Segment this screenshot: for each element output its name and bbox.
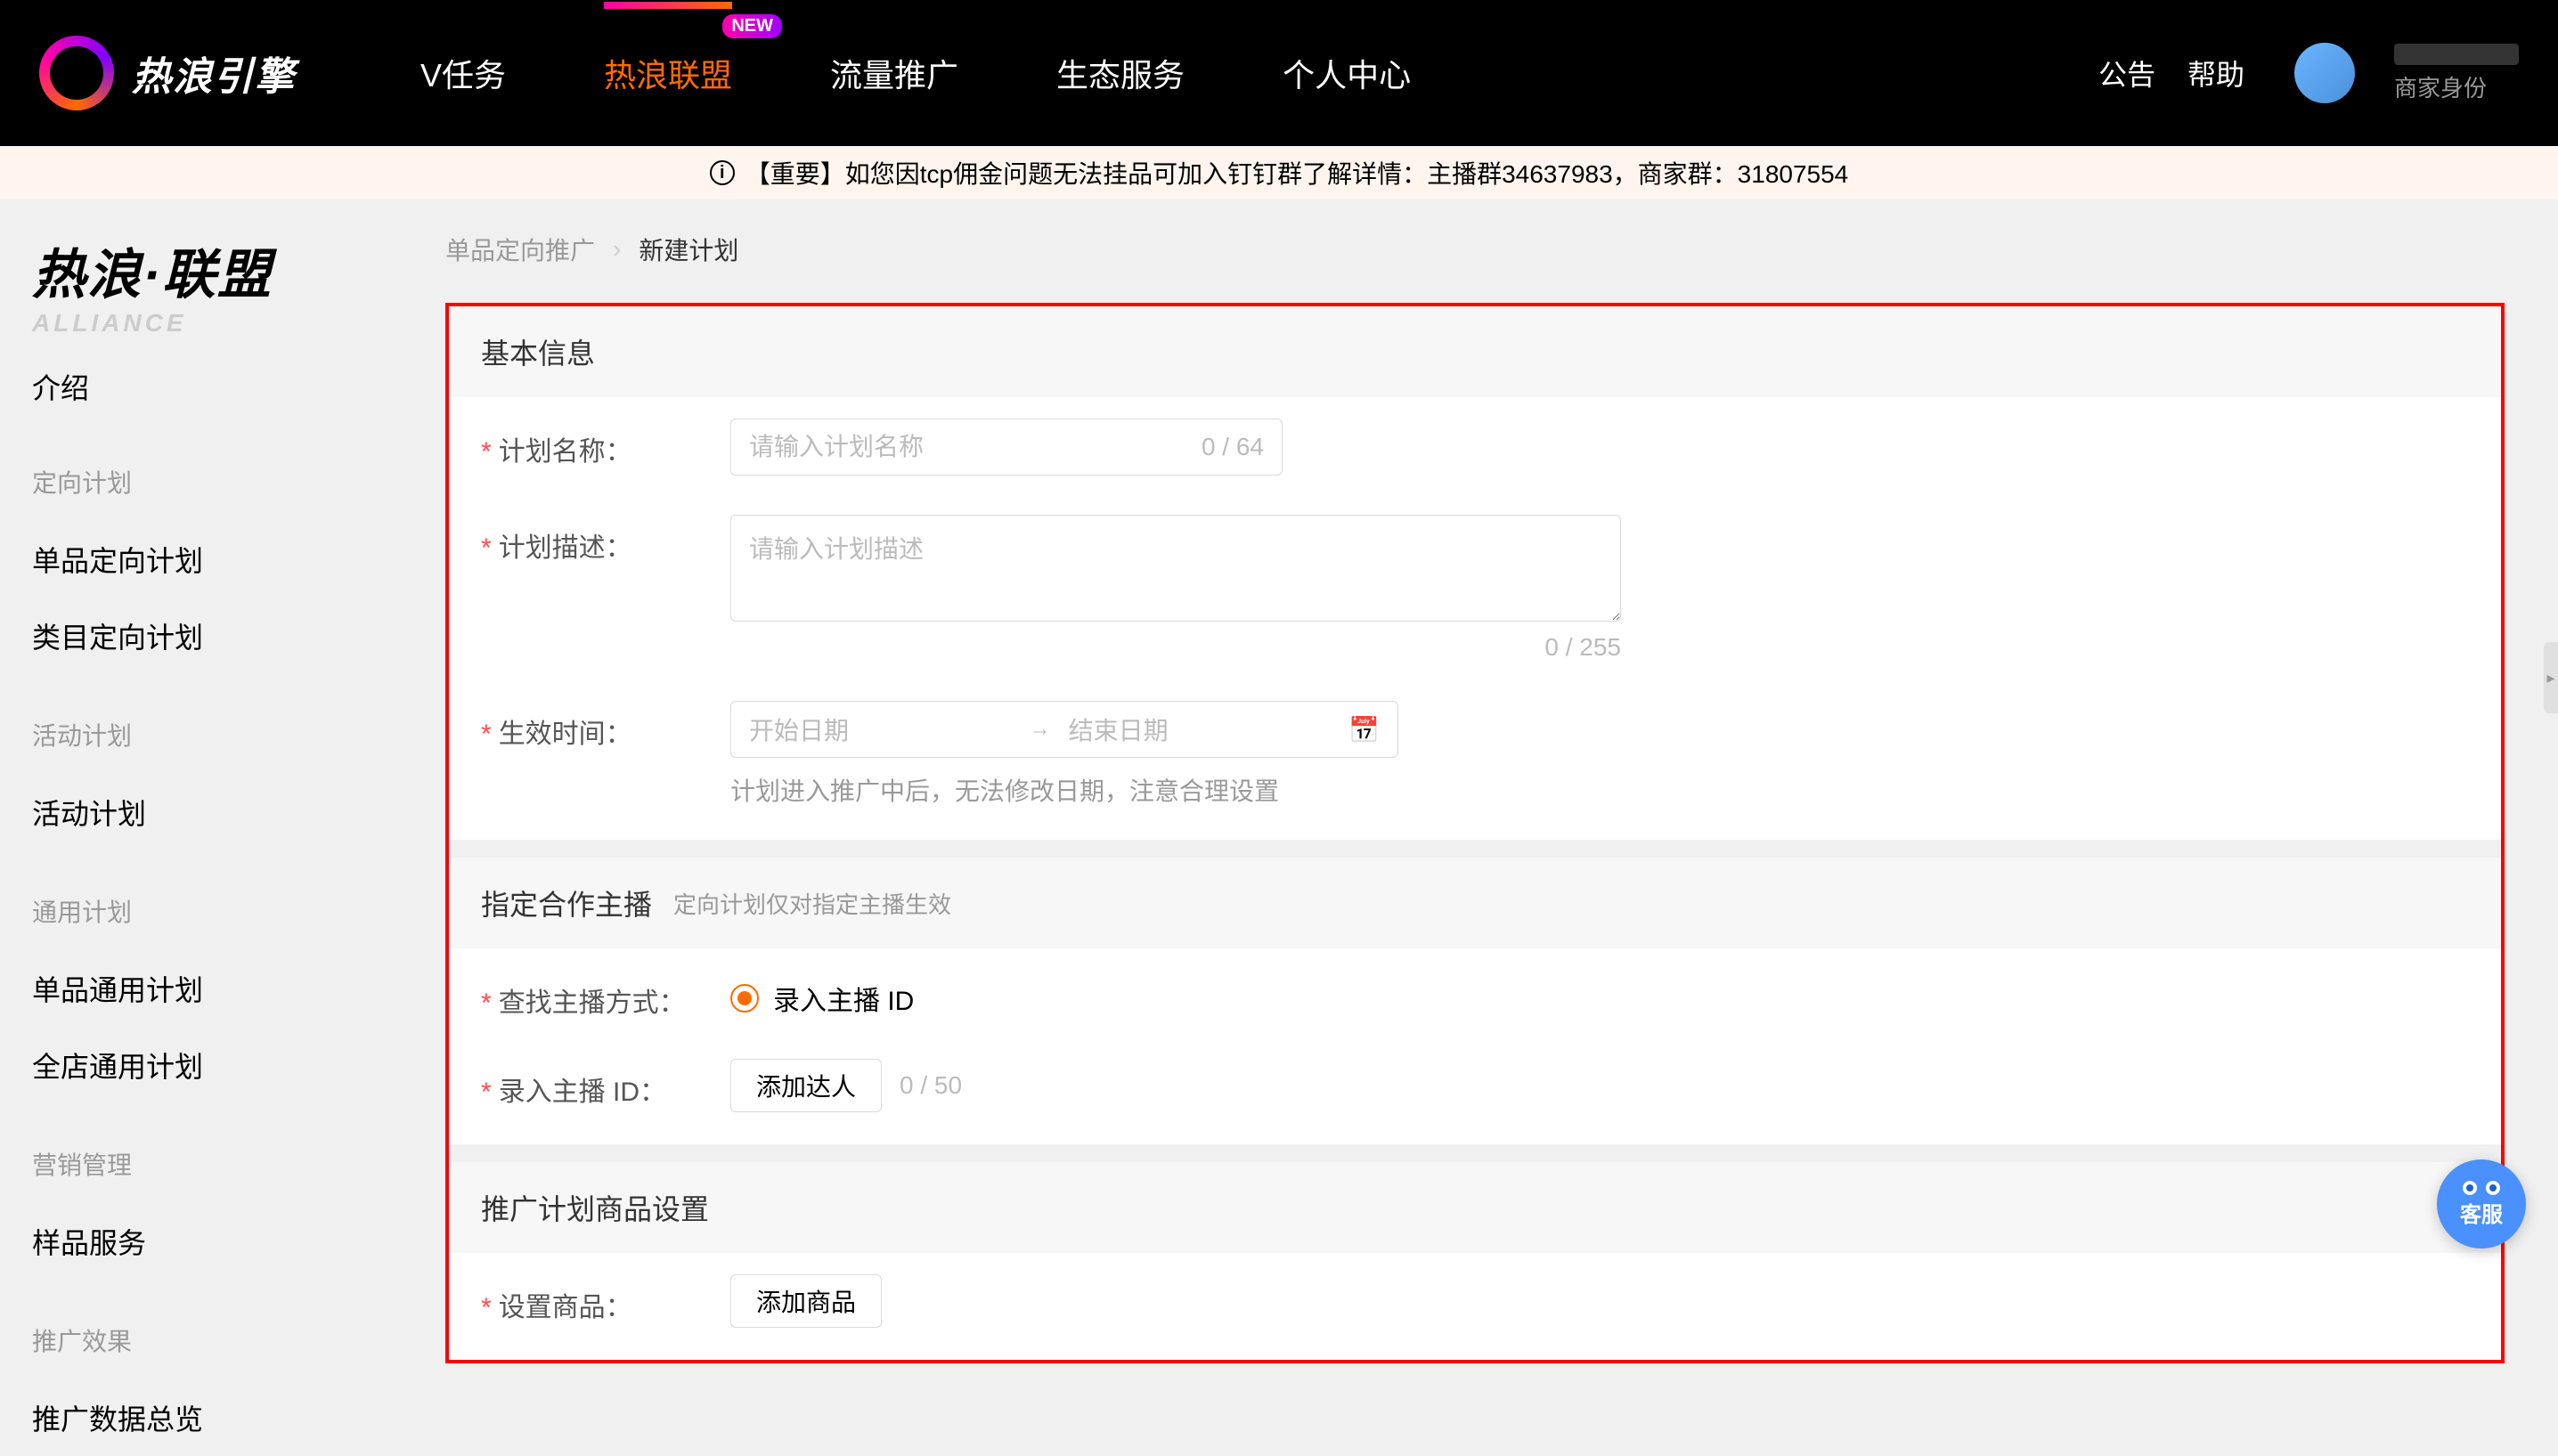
nav-help[interactable]: 帮助: [2187, 53, 2244, 94]
cs-face-icon: [2463, 1181, 2500, 1195]
user-info[interactable]: 商家身份: [2394, 44, 2519, 103]
radio-icon: [730, 984, 759, 1013]
expand-handle[interactable]: [2544, 642, 2558, 713]
label-anchor-id: *录入主播 ID：: [481, 1059, 730, 1109]
label-effective-date: *生效时间：: [481, 701, 730, 751]
logo-text: 热浪引擎: [132, 45, 296, 102]
sidebar: 热浪·联盟 ALLIANCE 介绍 定向计划 单品定向计划 类目定向计划 活动计…: [0, 199, 428, 1355]
sidebar-item-category-target[interactable]: 类目定向计划: [32, 598, 395, 674]
radio-label: 录入主播 ID: [773, 979, 914, 1018]
section-title: 推广计划商品设置: [481, 1187, 709, 1228]
customer-service-button[interactable]: 客服: [2437, 1159, 2526, 1249]
sidebar-group-header: 营销管理: [32, 1146, 395, 1182]
radio-anchor-id[interactable]: 录入主播 ID: [730, 970, 1621, 1018]
nav-traffic[interactable]: 流量推广: [830, 2, 958, 144]
end-date: 结束日期: [1069, 712, 1332, 747]
add-product-button[interactable]: 添加商品: [730, 1274, 882, 1328]
logo[interactable]: 热浪引擎: [39, 36, 296, 110]
sidebar-item-single-general[interactable]: 单品通用计划: [32, 950, 395, 1027]
nav-right: 公告 帮助 商家身份: [2098, 43, 2519, 103]
add-anchor-button[interactable]: 添加达人: [730, 1059, 882, 1112]
nav-eco[interactable]: 生态服务: [1056, 2, 1185, 144]
section-hint: 定向计划仅对指定主播生效: [673, 887, 951, 920]
sidebar-title: 热浪·联盟: [32, 232, 395, 309]
breadcrumb-current: 新建计划: [639, 232, 738, 267]
notice-text: 【重要】如您因tcp佣金问题无法挂品可加入钉钉群了解详情：主播群34637983…: [745, 155, 1849, 191]
sidebar-item-activity[interactable]: 活动计划: [32, 774, 395, 850]
label-plan-desc: *计划描述：: [481, 515, 730, 565]
user-role: 商家身份: [2394, 70, 2519, 103]
breadcrumb: 单品定向推广 › 新建计划: [445, 232, 2505, 267]
new-badge: NEW: [722, 14, 782, 38]
plan-name-input[interactable]: [749, 433, 1202, 461]
arrow-right-icon: →: [1030, 717, 1051, 742]
sidebar-intro[interactable]: 介绍: [32, 338, 395, 421]
nav-personal[interactable]: 个人中心: [1283, 2, 1411, 144]
sidebar-group-header: 定向计划: [32, 464, 395, 500]
avatar[interactable]: [2294, 43, 2355, 103]
sidebar-group-header: 活动计划: [32, 717, 395, 752]
form-container: 基本信息 *计划名称： 0 / 64 *计划描述：: [445, 303, 2505, 1363]
name-counter: 0 / 64: [1202, 433, 1264, 461]
section-title: 指定合作主播: [481, 883, 652, 923]
start-date: 开始日期: [749, 712, 1012, 747]
sidebar-subtitle: ALLIANCE: [32, 309, 395, 338]
breadcrumb-parent[interactable]: 单品定向推广: [445, 232, 595, 267]
date-range-picker[interactable]: 开始日期 → 结束日期 📅: [730, 701, 1398, 758]
section-product: 推广计划商品设置 *设置商品： 添加商品: [449, 1162, 2501, 1360]
content: 单品定向推广 › 新建计划 基本信息 *计划名称： 0 / 64: [428, 199, 2558, 1355]
sidebar-group-header: 通用计划: [32, 893, 395, 929]
nav-items: V任务 热浪联盟 NEW 流量推广 生态服务 个人中心: [420, 2, 2098, 144]
chevron-right-icon: ›: [613, 235, 621, 264]
date-hint: 计划进入推广中后，无法修改日期，注意合理设置: [730, 772, 1621, 808]
notice-bar: i 【重要】如您因tcp佣金问题无法挂品可加入钉钉群了解详情：主播群346379…: [0, 146, 2558, 199]
nav-v-task[interactable]: V任务: [420, 2, 506, 144]
plan-desc-textarea[interactable]: [730, 515, 1621, 622]
section-title: 基本信息: [481, 331, 595, 372]
label-find-method: *查找主播方式：: [481, 970, 730, 1020]
sidebar-item-single-target[interactable]: 单品定向计划: [32, 521, 395, 598]
logo-icon: [39, 36, 114, 110]
section-basic-info: 基本信息 *计划名称： 0 / 64 *计划描述：: [449, 306, 2501, 840]
label-set-product: *设置商品：: [481, 1274, 730, 1324]
plan-name-input-wrap: 0 / 64: [730, 419, 1283, 476]
label-plan-name: *计划名称：: [481, 419, 730, 468]
sidebar-item-sample[interactable]: 样品服务: [32, 1203, 395, 1280]
section-anchor: 指定合作主播 定向计划仅对指定主播生效 *查找主播方式： 录入主播 ID: [449, 858, 2501, 1144]
sidebar-item-data-overview[interactable]: 推广数据总览: [32, 1379, 395, 1456]
info-icon: i: [710, 160, 735, 185]
anchor-counter: 0 / 50: [900, 1071, 962, 1100]
user-name-redacted: [2394, 44, 2519, 65]
nav-announce[interactable]: 公告: [2098, 53, 2155, 94]
nav-alliance[interactable]: 热浪联盟 NEW: [604, 2, 732, 144]
desc-counter: 0 / 255: [730, 633, 1621, 662]
sidebar-item-store-general[interactable]: 全店通用计划: [32, 1027, 395, 1103]
top-nav: 热浪引擎 V任务 热浪联盟 NEW 流量推广 生态服务 个人中心 公告 帮助 商…: [0, 0, 2558, 146]
sidebar-group-header: 推广效果: [32, 1322, 395, 1358]
calendar-icon: 📅: [1348, 715, 1380, 744]
